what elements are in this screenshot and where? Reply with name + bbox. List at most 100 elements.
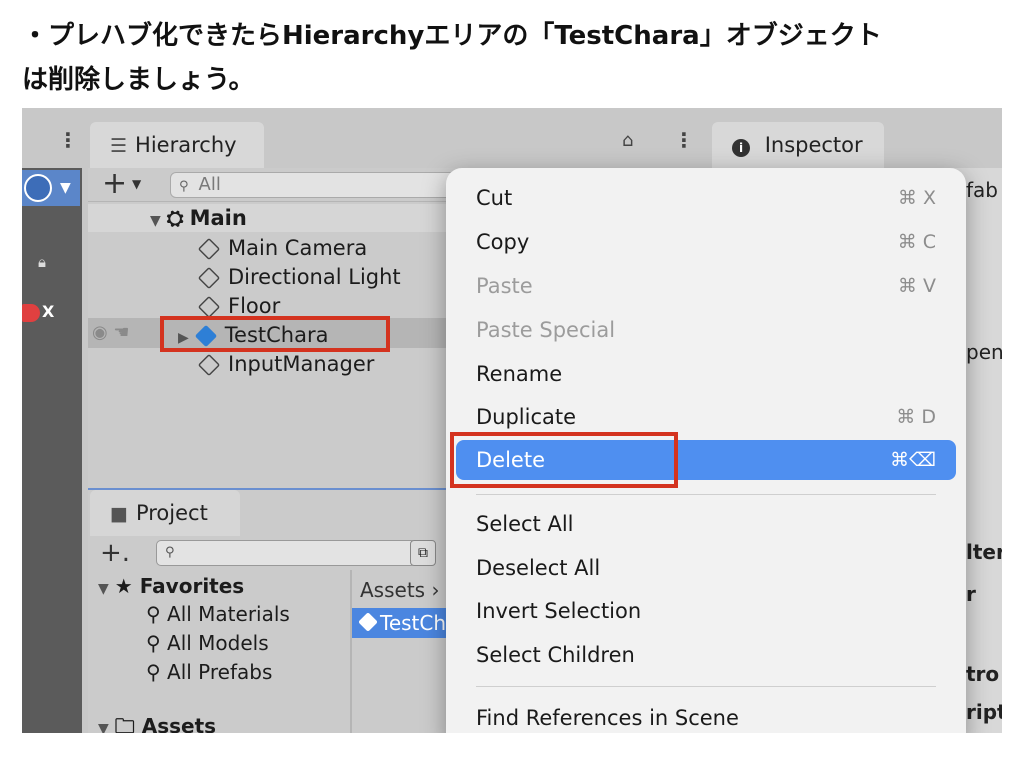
- project-search-input[interactable]: ⚲: [156, 540, 416, 566]
- chevron-down-icon[interactable]: ▼: [132, 177, 141, 191]
- menu-item-deselect-all[interactable]: Deselect All: [456, 548, 956, 588]
- tree-item-label: Directional Light: [228, 265, 401, 289]
- tree-item-label: Floor: [228, 294, 281, 318]
- expand-arrow-icon[interactable]: ▼: [150, 213, 161, 229]
- gameobject-icon: [197, 353, 221, 377]
- inspector-peek-text: lter: [966, 540, 1002, 564]
- inspector-peek-text: ript: [966, 700, 1002, 724]
- assets-folder-row[interactable]: ▼ 🗀 Assets: [98, 712, 216, 733]
- project-toolbar: +. ⚲ ⧉: [88, 536, 468, 570]
- chevron-down-icon: ▼: [60, 180, 71, 196]
- more-options-icon[interactable]: ⋮: [674, 128, 694, 152]
- menu-item-label: Paste Special: [476, 318, 616, 342]
- search-icon: ⚲: [179, 179, 189, 194]
- panel-divider[interactable]: [350, 570, 352, 733]
- menu-item-label: Rename: [476, 362, 563, 386]
- axis-x-label: X: [42, 302, 55, 321]
- menu-item-label: Deselect All: [476, 556, 601, 580]
- favorite-all-models[interactable]: ⚲ All Models: [146, 629, 269, 657]
- lock-icon[interactable]: ⌂: [622, 130, 633, 151]
- menu-item-label: Paste: [476, 274, 533, 298]
- lock-icon[interactable]: 🔒︎: [38, 253, 46, 271]
- hierarchy-toolbar: + ▼ ⚲ All: [88, 168, 508, 202]
- search-by-type-button[interactable]: ⧉: [410, 540, 436, 566]
- tab-project[interactable]: ■ Project: [90, 490, 240, 536]
- visibility-eye-icon[interactable]: ◉ ☚: [92, 322, 130, 343]
- menu-shortcut: ⌘ X: [897, 187, 936, 209]
- delete-highlight: [450, 432, 678, 488]
- tab-hierarchy-label: Hierarchy: [135, 133, 237, 157]
- tree-item-main[interactable]: ▼ ⛭ Main: [150, 204, 247, 232]
- assets-breadcrumb[interactable]: Assets ›: [360, 578, 439, 602]
- star-icon: ★: [114, 574, 140, 598]
- expand-arrow-icon[interactable]: ▼: [98, 721, 109, 733]
- folder-icon: 🗀: [114, 714, 142, 733]
- inspector-peek-text: r: [966, 582, 976, 606]
- menu-shortcut: ⌘ C: [897, 231, 936, 253]
- list-icon: ☰: [110, 135, 128, 157]
- menu-item-paste-special: Paste Special: [456, 310, 956, 350]
- menu-item-rename[interactable]: Rename: [456, 354, 956, 394]
- instruction-text: ・プレハブ化できたらHierarchyエリアの「TestChara」オブジェクト…: [22, 14, 1012, 102]
- menu-item-invert-selection[interactable]: Invert Selection: [456, 591, 956, 631]
- tree-item-label: Main: [189, 206, 247, 230]
- prefab-icon: [358, 612, 378, 632]
- instruction-line-2: は削除しましょう。: [22, 65, 255, 95]
- menu-item-label: Find References in Scene: [476, 706, 739, 730]
- menu-item-copy[interactable]: Copy ⌘ C: [456, 222, 956, 262]
- menu-shortcut: ⌘ D: [896, 406, 936, 428]
- search-icon: ⚲: [146, 602, 168, 626]
- search-icon: ⚲: [165, 545, 175, 560]
- favorite-label: All Prefabs: [167, 660, 273, 684]
- gameobject-icon: [197, 295, 221, 319]
- expand-arrow-icon[interactable]: ▼: [98, 581, 109, 597]
- assets-folder-label: Assets: [141, 714, 217, 733]
- unity-scene-icon: ⛭: [166, 206, 184, 230]
- tree-item-directional-light[interactable]: Directional Light: [197, 263, 401, 291]
- tab-hierarchy[interactable]: ☰ Hierarchy: [90, 122, 264, 168]
- unity-screenshot: ⋮ ▼ 🔒︎ X ☰ Hierarchy + ▼ ⚲ All ▼ ⛭Main: [22, 108, 1002, 733]
- menu-item-paste: Paste ⌘ V: [456, 266, 956, 306]
- menu-shortcut: ⌘ V: [897, 275, 936, 297]
- gameobject-icon: [197, 237, 221, 261]
- search-icon: ⚲: [146, 631, 168, 655]
- favorites-header[interactable]: ▼ ★ Favorites: [98, 572, 244, 603]
- menu-item-duplicate[interactable]: Duplicate ⌘ D: [456, 397, 956, 437]
- more-options-icon[interactable]: ⋮: [58, 128, 78, 152]
- menu-item-label: Invert Selection: [476, 599, 642, 623]
- menu-item-find-references[interactable]: Find References in Scene: [456, 698, 956, 733]
- menu-item-label: Select Children: [476, 643, 635, 667]
- menu-item-select-children[interactable]: Select Children: [456, 635, 956, 675]
- tab-inspector-label: Inspector: [764, 133, 863, 157]
- project-panel: ■ Project +. ⚲ ⧉ ▼ ★ Favorites ⚲ All Mater…: [88, 488, 468, 733]
- tree-item-label: InputManager: [228, 352, 375, 376]
- tab-inspector[interactable]: i Inspector: [712, 122, 884, 168]
- favorite-all-prefabs[interactable]: ⚲ All Prefabs: [146, 658, 272, 686]
- favorite-label: All Materials: [167, 602, 290, 626]
- inspector-peek-text: tro: [966, 662, 1000, 686]
- menu-shortcut: ⌘⌫: [890, 449, 936, 471]
- add-asset-button[interactable]: +.: [100, 538, 130, 568]
- menu-item-cut[interactable]: Cut ⌘ X: [456, 178, 956, 218]
- globe-icon: [24, 174, 52, 202]
- axis-x-handle[interactable]: [22, 304, 40, 322]
- context-menu: Cut ⌘ X Copy ⌘ C Paste ⌘ V Paste Special Re…: [446, 168, 966, 733]
- favorite-all-materials[interactable]: ⚲ All Materials: [146, 600, 290, 628]
- instruction-line-1: ・プレハブ化できたらHierarchyエリアの「TestChara」オブジェクト: [22, 21, 882, 51]
- favorite-label: All Models: [167, 631, 269, 655]
- tree-item-inputmanager[interactable]: InputManager: [197, 350, 375, 378]
- gameobject-icon: [197, 266, 221, 290]
- inspector-peek-text: pen: [966, 340, 1002, 364]
- scene-gizmo-button[interactable]: ▼: [22, 170, 80, 206]
- info-icon: i: [732, 139, 750, 157]
- tree-item-main-camera[interactable]: Main Camera: [197, 234, 367, 262]
- add-object-button[interactable]: +: [102, 168, 127, 200]
- favorites-label: Favorites: [139, 574, 245, 598]
- menu-item-select-all[interactable]: Select All: [456, 504, 956, 544]
- scene-view-strip: ⋮ ▼ 🔒︎ X: [22, 108, 82, 733]
- testchara-highlight: [160, 316, 390, 352]
- menu-item-label: Cut: [476, 186, 513, 210]
- menu-separator: [476, 686, 936, 687]
- menu-item-label: Duplicate: [476, 405, 577, 429]
- menu-separator: [476, 494, 936, 495]
